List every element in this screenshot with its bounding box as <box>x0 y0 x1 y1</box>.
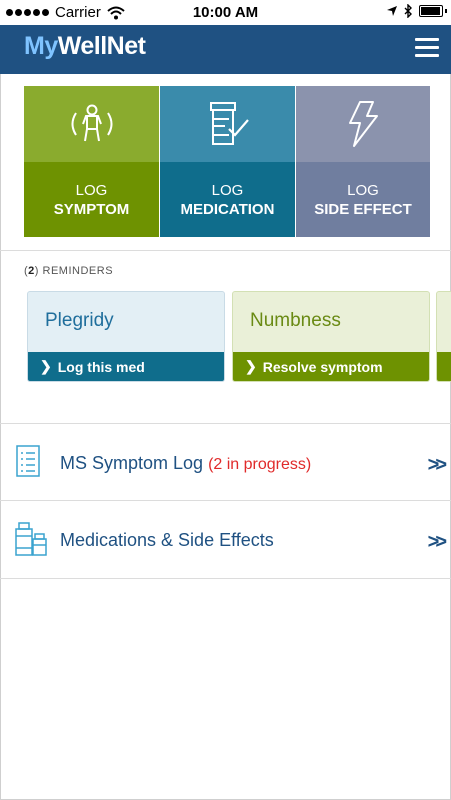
reminder-title: Numbness <box>250 310 341 331</box>
double-chevron-right-icon: >> <box>427 531 447 553</box>
reminders-heading: (2) REMINDERS <box>24 265 114 277</box>
row-label: MS Symptom Log (2 in progress) <box>60 453 311 474</box>
location-arrow-icon <box>387 6 397 16</box>
tile-label: LOG SIDE EFFECT <box>296 162 430 237</box>
battery-icon <box>419 5 447 17</box>
menu-button[interactable] <box>415 38 439 58</box>
medication-bottle-icon <box>209 102 249 145</box>
tile-label-line2: SIDE EFFECT <box>314 200 412 218</box>
reminder-card-numbness[interactable]: Numbness ❯ Resolve symptom <box>232 291 430 382</box>
medications-side-effects-row[interactable]: Medications & Side Effects >> <box>0 501 451 578</box>
status-bar: Carrier 10:00 AM <box>0 0 451 25</box>
tile-label-line2: SYMPTOM <box>53 200 130 218</box>
log-medication-tile[interactable]: LOG MEDICATION <box>160 86 295 237</box>
double-chevron-right-icon: >> <box>427 454 447 476</box>
chevron-right-icon: ❯ <box>245 358 257 374</box>
bluetooth-icon <box>404 4 412 18</box>
reminder-card-partial[interactable] <box>436 291 451 382</box>
tile-label-line1: LOG <box>75 181 108 199</box>
person-icon <box>71 104 112 142</box>
log-symptom-tile[interactable]: LOG SYMPTOM <box>24 86 159 237</box>
pill-bottles-icon <box>15 522 47 556</box>
chevron-right-icon: ❯ <box>40 358 52 374</box>
section-divider <box>0 578 451 579</box>
ms-symptom-log-label: MS Symptom Log <box>60 453 204 473</box>
reminder-title: Plegridy <box>45 310 114 331</box>
tile-label: LOG MEDICATION <box>160 162 295 237</box>
reminder-card-plegridy[interactable]: Plegridy ❯ Log this med <box>27 291 225 382</box>
tile-label-line1: LOG <box>347 181 379 199</box>
log-tiles: LOG SYMPTOM LOG MEDICATION LOG SIDE EFFE… <box>24 86 430 237</box>
log-this-med-button[interactable]: ❯ Log this med <box>28 352 224 381</box>
log-side-effect-tile[interactable]: LOG SIDE EFFECT <box>296 86 430 237</box>
tile-label-line1: LOG <box>211 181 244 199</box>
status-icons <box>386 4 447 18</box>
tile-icon-area <box>296 86 430 162</box>
lightning-icon <box>349 101 378 147</box>
reminder-card-bar <box>437 352 451 381</box>
status-time: 10:00 AM <box>192 4 259 21</box>
tile-icon-area <box>160 86 295 162</box>
ms-symptom-log-row[interactable]: MS Symptom Log (2 in progress) >> <box>0 424 451 501</box>
app-logo: MyWellNet <box>24 32 146 60</box>
checklist-icon <box>16 445 40 477</box>
app-header: MyWellNet <box>0 25 451 74</box>
resolve-symptom-button[interactable]: ❯ Resolve symptom <box>233 352 429 381</box>
row-label: Medications & Side Effects <box>60 530 274 551</box>
reminder-action-label: Log this med <box>57 358 145 375</box>
reminders-label: REMINDERS <box>42 265 114 277</box>
tile-label: LOG SYMPTOM <box>24 162 159 237</box>
medications-side-effects-label: Medications & Side Effects <box>60 530 274 550</box>
reminders-count: 2 <box>28 265 35 277</box>
hamburger-icon <box>415 38 439 41</box>
reminder-action-label: Resolve symptom <box>262 358 383 375</box>
tile-icon-area <box>24 86 159 162</box>
section-divider <box>0 250 451 251</box>
tile-label-line2: MEDICATION <box>180 200 275 218</box>
in-progress-count: (2 in progress) <box>208 456 312 473</box>
